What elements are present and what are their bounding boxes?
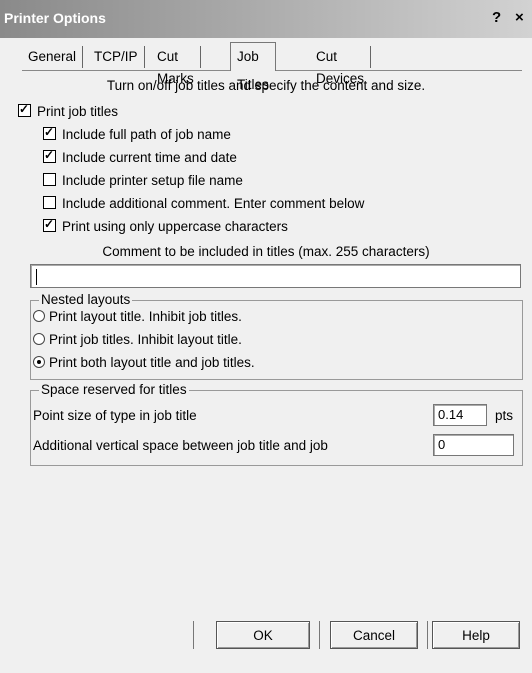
include-setup-file-checkbox[interactable]: Include printer setup file name xyxy=(43,173,243,188)
separator xyxy=(319,621,320,649)
space-reserved-group: Space reserved for titles Point size of … xyxy=(30,382,523,466)
radio-button[interactable] xyxy=(33,310,45,322)
nested-layouts-legend: Nested layouts xyxy=(39,292,133,307)
tab-job-titles[interactable]: Job Titles xyxy=(230,42,276,92)
checkbox-label: Include full path of job name xyxy=(62,127,231,142)
include-comment-checkbox[interactable]: Include additional comment. Enter commen… xyxy=(43,196,364,211)
radio-label: Print both layout title and job titles. xyxy=(49,355,255,370)
point-size-unit: pts xyxy=(495,408,514,423)
point-size-label: Point size of type in job title xyxy=(33,408,197,423)
comment-input[interactable] xyxy=(30,264,521,288)
radio-label: Print layout title. Inhibit job titles. xyxy=(49,309,242,324)
text-caret xyxy=(36,269,37,285)
checkbox[interactable]: ✓ xyxy=(43,125,56,140)
nested-layouts-group: Nested layouts Print layout title. Inhib… xyxy=(30,292,523,380)
cancel-button[interactable]: Cancel xyxy=(330,621,418,649)
radio-button[interactable] xyxy=(33,333,45,345)
space-reserved-legend: Space reserved for titles xyxy=(39,382,189,397)
radio-both-titles[interactable]: Print both layout title and job titles. xyxy=(33,355,255,370)
checkbox-label: Include current time and date xyxy=(62,150,237,165)
help-icon[interactable]: ? xyxy=(492,9,501,26)
point-size-input[interactable]: 0.14 xyxy=(433,404,487,426)
vertical-space-label: Additional vertical space between job ti… xyxy=(33,438,328,453)
separator xyxy=(193,621,194,649)
title-bar[interactable]: Printer Options ? × xyxy=(0,0,532,38)
vertical-space-input[interactable]: 0 xyxy=(433,434,514,456)
ok-button[interactable]: OK xyxy=(216,621,310,649)
checkbox-label: Print using only uppercase characters xyxy=(62,219,288,234)
print-job-titles-checkbox[interactable]: ✓ Print job titles xyxy=(18,102,119,119)
tab-general[interactable]: General xyxy=(22,46,84,68)
radio-layout-title[interactable]: Print layout title. Inhibit job titles. xyxy=(33,309,242,324)
tab-tcpip[interactable]: TCP/IP xyxy=(88,46,145,68)
checkbox[interactable]: ✓ xyxy=(43,217,56,232)
comment-label: Comment to be included in titles (max. 2… xyxy=(102,244,430,259)
checkbox[interactable] xyxy=(43,173,56,186)
vertical-space-value: 0 xyxy=(438,437,446,452)
checkbox-label: Include additional comment. Enter commen… xyxy=(62,196,365,211)
checkbox[interactable] xyxy=(43,196,56,209)
dialog-body: General TCP/IP Cut Marks Job Titles Cut … xyxy=(0,38,532,673)
separator xyxy=(427,621,428,649)
checkbox-label: Print job titles xyxy=(37,104,119,119)
include-time-date-checkbox[interactable]: ✓ Include current time and date xyxy=(43,148,237,165)
include-full-path-checkbox[interactable]: ✓ Include full path of job name xyxy=(43,125,231,142)
uppercase-checkbox[interactable]: ✓ Print using only uppercase characters xyxy=(43,217,288,234)
tab-cut-devices[interactable]: Cut Devices xyxy=(310,46,372,86)
close-icon[interactable]: × xyxy=(515,9,524,26)
window-title: Printer Options xyxy=(4,10,106,26)
radio-label: Print job titles. Inhibit layout title. xyxy=(49,332,242,347)
help-button[interactable]: Help xyxy=(432,621,520,649)
checkbox[interactable]: ✓ xyxy=(43,148,56,163)
checkbox-label: Include printer setup file name xyxy=(62,173,243,188)
radio-job-titles[interactable]: Print job titles. Inhibit layout title. xyxy=(33,332,242,347)
tab-cut-marks[interactable]: Cut Marks xyxy=(151,46,201,86)
point-size-value: 0.14 xyxy=(438,407,464,422)
radio-button[interactable] xyxy=(33,356,45,368)
checkbox[interactable]: ✓ xyxy=(18,102,31,117)
